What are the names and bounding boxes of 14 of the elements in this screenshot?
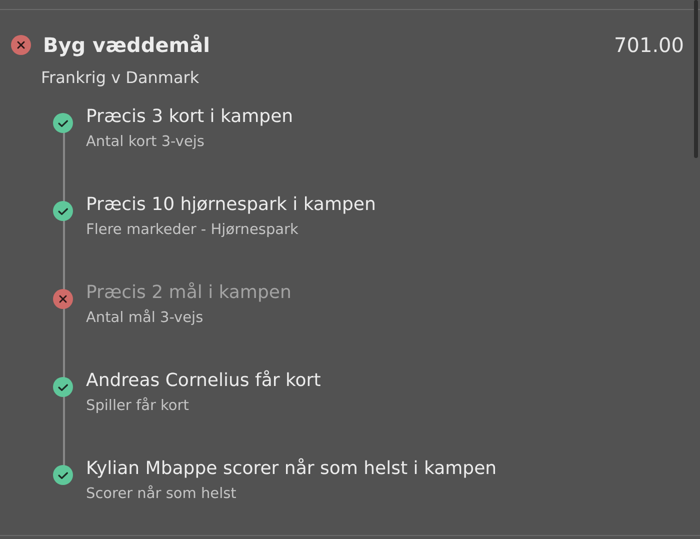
market-name: Flere markeder - Hjørnespark: [86, 222, 300, 238]
odds-value: 701.00: [614, 33, 684, 57]
selection-name: Kylian Mbappe scorer når som helst i kampen: [86, 457, 497, 481]
selection-name: Præcis 10 hjørnespark i kampen: [86, 193, 376, 217]
market-name: Scorer når som helst: [86, 486, 238, 502]
market-name: Antal kort 3-vejs: [86, 134, 206, 150]
market-name: Spiller får kort: [86, 398, 190, 414]
selection-name: Præcis 2 mål i kampen: [86, 281, 292, 305]
selection-name: Andreas Cornelius får kort: [86, 369, 321, 393]
market-name: Antal mål 3-vejs: [86, 310, 204, 326]
match-name: Frankrig v Danmark: [41, 68, 200, 87]
selection-name: Præcis 3 kort i kampen: [86, 105, 294, 129]
scrollbar[interactable]: [694, 0, 698, 158]
bet-title: Byg væddemål: [43, 33, 211, 57]
